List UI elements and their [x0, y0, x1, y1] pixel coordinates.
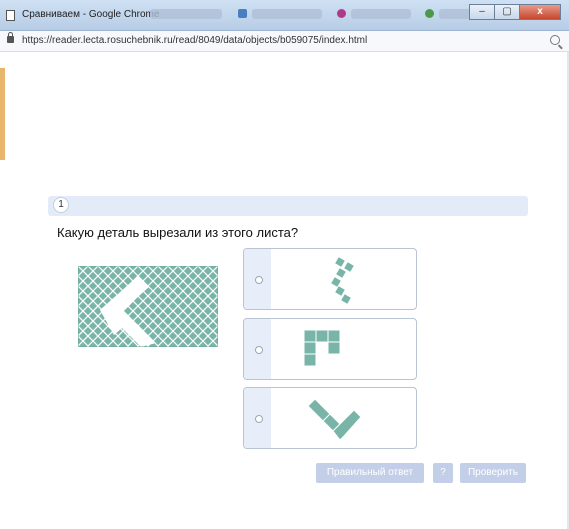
zoom-icon[interactable]	[550, 35, 560, 45]
option-radio-3[interactable]	[255, 415, 263, 423]
answer-option-3[interactable]	[243, 387, 417, 449]
help-button[interactable]: ?	[433, 463, 453, 483]
answer-option-2[interactable]	[243, 318, 417, 380]
minimize-button[interactable]: –	[469, 4, 495, 20]
tab-favicon-icon	[337, 9, 346, 18]
maximize-button[interactable]: ▢	[494, 4, 520, 20]
tab-favicon-icon	[238, 9, 247, 18]
url-text[interactable]: https://reader.lecta.rosuchebnik.ru/read…	[22, 35, 367, 46]
background-tab[interactable]	[252, 9, 322, 19]
angled-pentomino-piece-icon	[329, 255, 356, 305]
lock-icon	[7, 32, 14, 43]
background-tab[interactable]	[150, 9, 222, 19]
tile-sheet-image	[77, 265, 219, 352]
title-bar: Сравниваем - Google Chrome – ▢ x	[0, 0, 569, 31]
window-title: Сравниваем - Google Chrome	[22, 9, 160, 20]
question-header	[48, 196, 528, 216]
question-number: 1	[53, 197, 69, 213]
correct-answer-button[interactable]: Правильный ответ	[316, 463, 424, 483]
page-icon	[6, 10, 15, 21]
hook-square-piece-icon	[304, 329, 341, 367]
window-controls: – ▢ x	[469, 4, 561, 22]
check-button[interactable]: Проверить	[460, 463, 526, 483]
tab-favicon-icon	[425, 9, 434, 18]
option-radio-2[interactable]	[255, 346, 263, 354]
background-tab[interactable]	[351, 9, 411, 19]
option-radio-1[interactable]	[255, 276, 263, 284]
v-shaped-piece-icon	[307, 398, 362, 441]
close-button[interactable]: x	[519, 4, 561, 20]
side-accent	[0, 68, 5, 160]
address-bar[interactable]: https://reader.lecta.rosuchebnik.ru/read…	[0, 31, 569, 52]
answer-option-1[interactable]	[243, 248, 417, 310]
question-text: Какую деталь вырезали из этого листа?	[57, 225, 299, 240]
